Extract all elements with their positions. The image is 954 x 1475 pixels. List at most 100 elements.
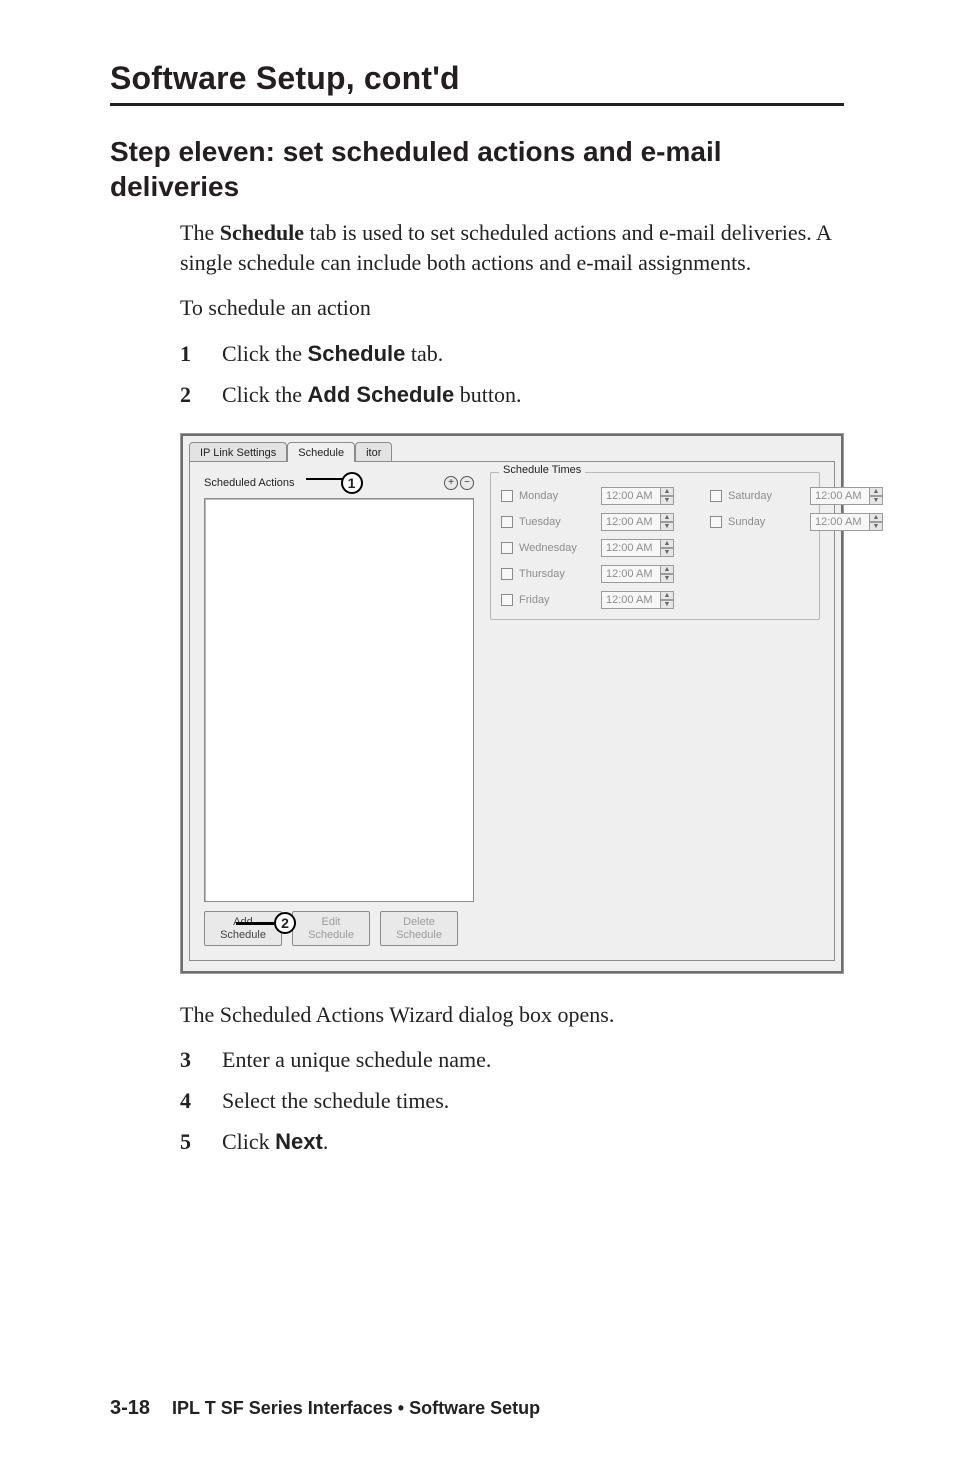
text: Click <box>222 1129 275 1154</box>
day-tuesday: Tuesday <box>501 516 583 528</box>
day-sunday: Sunday <box>710 516 792 528</box>
day-monday: Monday <box>501 490 583 502</box>
tab-monitor-partial[interactable]: itor <box>355 442 392 462</box>
spin-up-icon[interactable]: ▲ <box>660 565 674 574</box>
spin-up-icon[interactable]: ▲ <box>869 513 883 522</box>
time-friday: ▲▼ <box>601 591 674 609</box>
day-wednesday: Wednesday <box>501 542 583 554</box>
footer-text: IPL T SF Series Interfaces • Software Se… <box>172 1398 540 1419</box>
step-1: 1 Click the Schedule tab. <box>180 339 844 370</box>
add-remove-icons: + − <box>444 476 474 490</box>
callout-line <box>306 478 342 480</box>
dialog-caption: The Scheduled Actions Wizard dialog box … <box>180 1000 844 1030</box>
time-tuesday: ▲▼ <box>601 513 674 531</box>
schedule-button-row: Add Schedule Edit Schedule Delete Schedu… <box>204 911 458 945</box>
step-3: 3 Enter a unique schedule name. <box>180 1045 844 1076</box>
spin-up-icon[interactable]: ▲ <box>660 487 674 496</box>
step-number: 5 <box>180 1127 198 1158</box>
day-saturday: Saturday <box>710 490 792 502</box>
time-input[interactable] <box>810 513 870 531</box>
term-schedule: Schedule <box>220 220 304 245</box>
spin-down-icon[interactable]: ▼ <box>660 600 674 609</box>
ui-term: Schedule <box>308 341 406 366</box>
checkbox[interactable] <box>501 542 513 554</box>
text: Enter a unique schedule name. <box>222 1045 491 1076</box>
chapter-title: Software Setup, cont'd <box>110 60 844 97</box>
fieldset-legend: Schedule Times <box>499 464 585 476</box>
tab-ip-link-settings[interactable]: IP Link Settings <box>189 442 287 462</box>
step-number: 3 <box>180 1045 198 1076</box>
callout-badge-1: 1 <box>341 472 363 494</box>
step-number: 4 <box>180 1086 198 1117</box>
scheduled-actions-label: Scheduled Actions <box>204 477 295 489</box>
spin-down-icon[interactable]: ▼ <box>660 548 674 557</box>
spin-down-icon[interactable]: ▼ <box>660 574 674 583</box>
callout-line <box>236 922 274 925</box>
edit-schedule-button[interactable]: Edit Schedule <box>292 911 370 945</box>
time-input[interactable] <box>601 565 661 583</box>
time-input[interactable] <box>810 487 870 505</box>
page-footer: 3-18 IPL T SF Series Interfaces • Softwa… <box>110 1397 540 1420</box>
step-4: 4 Select the schedule times. <box>180 1086 844 1117</box>
schedule-times-fieldset: Schedule Times Monday ▲▼ Saturday ▲▼ <box>490 472 820 620</box>
spin-down-icon[interactable]: ▼ <box>660 496 674 505</box>
screenshot-figure: IP Link Settings Schedule itor Scheduled… <box>180 433 844 974</box>
step-5: 5 Click Next. <box>180 1127 844 1158</box>
time-wednesday: ▲▼ <box>601 539 674 557</box>
step-2: 2 Click the Add Schedule button. <box>180 380 844 411</box>
step-number: 1 <box>180 339 198 370</box>
time-saturday: ▲▼ <box>810 487 883 505</box>
text: button. <box>454 382 521 407</box>
time-input[interactable] <box>601 487 661 505</box>
tab-schedule[interactable]: Schedule <box>287 442 355 462</box>
time-sunday: ▲▼ <box>810 513 883 531</box>
text: tab. <box>405 341 443 366</box>
checkbox[interactable] <box>501 516 513 528</box>
step-number: 2 <box>180 380 198 411</box>
plus-icon[interactable]: + <box>444 476 458 490</box>
checkbox[interactable] <box>501 490 513 502</box>
scheduled-actions-listbox[interactable] <box>204 498 474 902</box>
time-monday: ▲▼ <box>601 487 674 505</box>
spin-up-icon[interactable]: ▲ <box>660 513 674 522</box>
add-schedule-button[interactable]: Add Schedule <box>204 911 282 945</box>
section-title: Step eleven: set scheduled actions and e… <box>110 134 844 204</box>
callout-badge-2: 2 <box>274 912 296 934</box>
day-friday: Friday <box>501 594 583 606</box>
scheduled-actions-column: Scheduled Actions 1 + − <box>204 472 474 902</box>
spin-up-icon[interactable]: ▲ <box>869 487 883 496</box>
time-input[interactable] <box>601 513 661 531</box>
lead-in: To schedule an action <box>180 293 844 323</box>
spin-down-icon[interactable]: ▼ <box>869 522 883 531</box>
text: Click the <box>222 341 308 366</box>
spin-up-icon[interactable]: ▲ <box>660 591 674 600</box>
tab-strip: IP Link Settings Schedule itor <box>189 442 835 462</box>
checkbox[interactable] <box>710 516 722 528</box>
divider <box>110 103 844 106</box>
text: Click the <box>222 382 308 407</box>
schedule-times-group: Schedule Times Monday ▲▼ Saturday ▲▼ <box>490 472 820 620</box>
step-list-1: 1 Click the Schedule tab. 2 Click the Ad… <box>180 339 844 411</box>
delete-schedule-button[interactable]: Delete Schedule <box>380 911 458 945</box>
checkbox[interactable] <box>710 490 722 502</box>
text: Select the schedule times. <box>222 1086 449 1117</box>
page-number: 3-18 <box>110 1397 150 1420</box>
checkbox[interactable] <box>501 594 513 606</box>
callout-2-wrap: 2 <box>274 912 296 934</box>
dialog-window: IP Link Settings Schedule itor Scheduled… <box>180 433 844 974</box>
ui-term: Add Schedule <box>308 382 455 407</box>
spin-down-icon[interactable]: ▼ <box>660 522 674 531</box>
step-list-2: 3 Enter a unique schedule name. 4 Select… <box>180 1045 844 1157</box>
spin-up-icon[interactable]: ▲ <box>660 539 674 548</box>
checkbox[interactable] <box>501 568 513 580</box>
tab-panel: Scheduled Actions 1 + − Add Sched <box>189 461 835 961</box>
minus-icon[interactable]: − <box>460 476 474 490</box>
time-thursday: ▲▼ <box>601 565 674 583</box>
text: . <box>323 1129 329 1154</box>
intro-paragraph: The Schedule tab is used to set schedule… <box>180 218 844 277</box>
time-input[interactable] <box>601 539 661 557</box>
ui-term: Next <box>275 1129 323 1154</box>
spin-down-icon[interactable]: ▼ <box>869 496 883 505</box>
time-input[interactable] <box>601 591 661 609</box>
text: The <box>180 220 220 245</box>
